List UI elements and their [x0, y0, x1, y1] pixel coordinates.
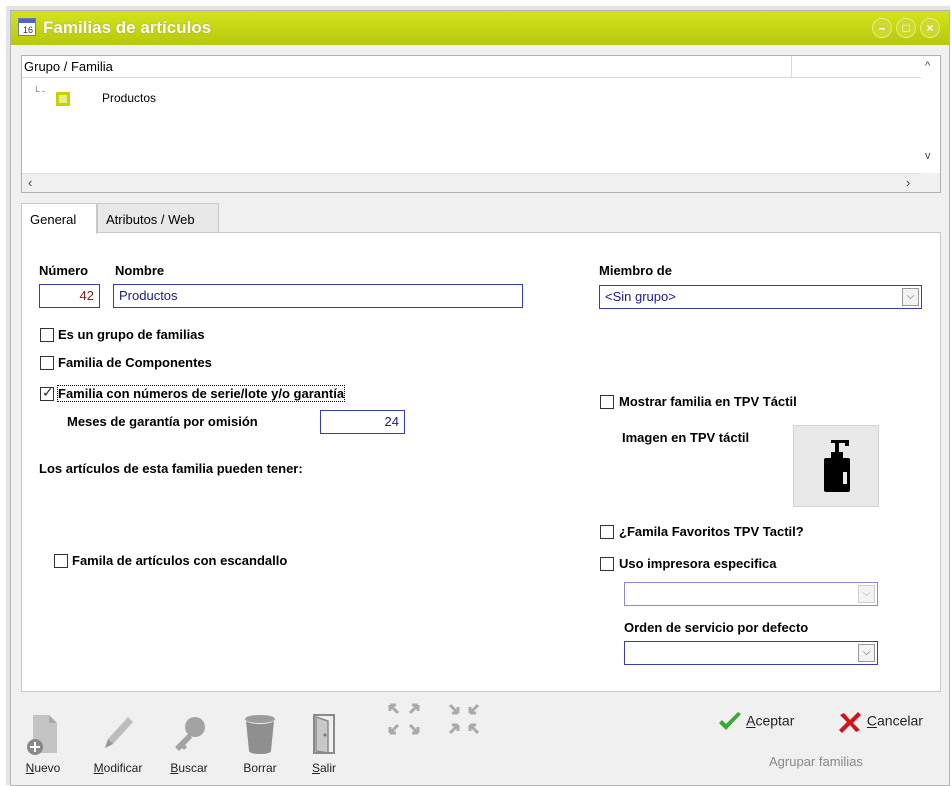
favoritos-label[interactable]: ¿Famila Favoritos TPV Tactil? — [619, 524, 804, 539]
maximize-icon[interactable]: □ — [896, 18, 916, 38]
buscar-button[interactable]: Buscar — [159, 711, 219, 775]
mostrar-tpv-checkbox[interactable] — [600, 395, 614, 409]
impresora-label[interactable]: Uso impresora especifica — [619, 556, 777, 571]
general-panel: Número Nombre 42 Productos Miembro de <S… — [21, 232, 941, 692]
componentes-checkbox[interactable] — [40, 356, 54, 370]
vertical-scrollbar[interactable]: ^ v — [921, 56, 940, 172]
modificar-label: odificar — [103, 761, 143, 775]
scroll-left-icon[interactable]: ‹ — [28, 175, 32, 190]
nombre-label: Nombre — [115, 263, 165, 278]
soap-dispenser-icon — [824, 440, 850, 492]
checkmark-icon — [719, 712, 741, 730]
miembro-value: <Sin grupo> — [605, 289, 676, 304]
orden-label: Orden de servicio por defecto — [624, 620, 809, 635]
familias-window: 16 Familias de artículos – □ × Grupo / F… — [10, 10, 950, 786]
es-grupo-checkbox[interactable] — [40, 328, 54, 342]
chevron-down-icon[interactable]: ⌵ — [858, 644, 875, 662]
minimize-icon[interactable]: – — [872, 18, 892, 38]
window-title: Familias de artículos — [43, 18, 212, 37]
imagen-tpv-label: Imagen en TPV táctil — [622, 430, 750, 445]
miembro-label: Miembro de — [599, 263, 672, 278]
calendar-icon: 16 — [18, 18, 36, 36]
escandallo-checkbox[interactable] — [54, 554, 68, 568]
tree-connector: └ - — [33, 86, 45, 96]
salir-button[interactable]: Salir — [299, 711, 349, 775]
miembro-select[interactable]: <Sin grupo> ⌵ — [599, 285, 922, 309]
scroll-corner — [921, 173, 940, 192]
borrar-button[interactable]: Borrar — [230, 711, 290, 775]
tree-header[interactable]: Grupo / Familia — [22, 56, 792, 78]
buscar-label: uscar — [178, 761, 208, 775]
meses-label: Meses de garantía por omisión — [67, 414, 258, 429]
x-icon — [839, 712, 861, 733]
borrar-label: Borrar — [243, 761, 277, 775]
tree-node-productos[interactable]: Productos — [102, 91, 156, 105]
tab-atributos-web[interactable]: Atributos / Web — [97, 203, 219, 233]
impresora-select[interactable]: ⌵ — [624, 582, 878, 606]
scroll-down-icon[interactable]: v — [925, 150, 931, 162]
modificar-button[interactable]: Modificar — [78, 711, 158, 775]
close-icon[interactable]: × — [920, 18, 940, 38]
nuevo-label: uevo — [34, 761, 61, 775]
salir-label: alir — [320, 761, 337, 775]
componentes-label[interactable]: Familia de Componentes — [58, 355, 212, 370]
escandallo-label[interactable]: Famila de artículos con escandallo — [72, 553, 287, 568]
trash-icon — [240, 711, 280, 757]
new-document-icon — [23, 711, 63, 757]
title-bar[interactable]: 16 Familias de artículos – □ × — [11, 11, 949, 45]
cancelar-key: C — [866, 712, 878, 729]
door-icon — [304, 711, 344, 757]
aceptar-label: ceptar — [755, 712, 795, 729]
pencil-icon — [98, 711, 138, 757]
nuevo-key: N — [25, 761, 35, 775]
agrupar-familias-link[interactable]: Agrupar familias — [769, 754, 863, 769]
mostrar-tpv-label[interactable]: Mostrar familia en TPV Táctil — [619, 394, 797, 409]
favoritos-checkbox[interactable] — [600, 525, 614, 539]
collapse-button[interactable] — [439, 699, 489, 749]
svg-text:16: 16 — [23, 25, 33, 35]
chevron-down-icon[interactable]: ⌵ — [858, 585, 875, 603]
serie-checkbox[interactable]: ✓ — [40, 384, 54, 401]
expand-icon — [384, 699, 424, 745]
es-grupo-label[interactable]: Es un grupo de familias — [58, 327, 205, 342]
salir-key: S — [311, 761, 320, 775]
impresora-checkbox[interactable] — [600, 557, 614, 571]
family-tree[interactable]: Grupo / Familia └ - Productos ^ v ‹ › — [21, 55, 941, 193]
aceptar-button[interactable]: Aceptar — [717, 711, 794, 733]
serie-label[interactable]: Familia con números de serie/lote y/o ga… — [56, 385, 346, 402]
numero-label: Número — [39, 263, 89, 278]
nombre-field[interactable]: Productos — [113, 284, 523, 308]
modificar-key: M — [93, 761, 104, 775]
tpv-image[interactable] — [793, 425, 879, 507]
tab-general[interactable]: General — [21, 203, 97, 234]
cancelar-label: ancelar — [877, 712, 923, 729]
orden-select[interactable]: ⌵ — [624, 641, 878, 665]
scroll-up-icon[interactable]: ^ — [925, 60, 930, 72]
tree-header-filler — [792, 56, 922, 78]
nuevo-button[interactable]: Nuevo — [18, 711, 68, 775]
articulos-label: Los artículos de esta familia pueden ten… — [39, 461, 303, 476]
puzzle-icon — [56, 92, 70, 106]
numero-field[interactable]: 42 — [39, 284, 100, 308]
cancelar-button[interactable]: Cancelar — [837, 711, 923, 733]
chevron-down-icon[interactable]: ⌵ — [902, 288, 919, 306]
collapse-icon — [444, 699, 484, 745]
horizontal-scrollbar[interactable]: ‹ › — [22, 173, 922, 192]
expand-button[interactable] — [379, 699, 429, 749]
scroll-right-icon[interactable]: › — [906, 175, 910, 190]
key-icon — [169, 711, 209, 757]
check-icon: ✓ — [42, 384, 54, 400]
meses-field[interactable]: 24 — [320, 410, 405, 434]
